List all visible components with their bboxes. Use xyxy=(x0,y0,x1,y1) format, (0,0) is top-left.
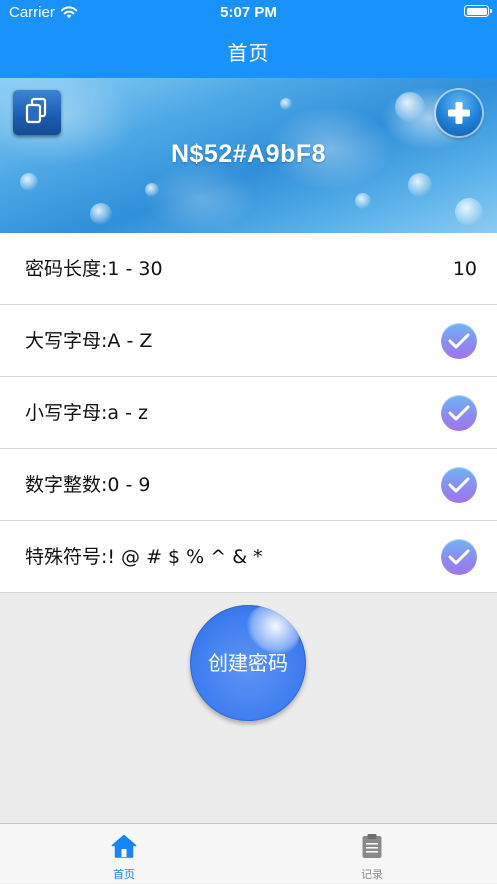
copy-icon xyxy=(25,97,47,124)
password-options-list: 密码长度:1 - 30 10 大写字母:A - Z 小写字母:a - z 数字整… xyxy=(0,233,497,593)
banner-bubble xyxy=(455,198,483,226)
option-digits[interactable]: 数字整数:0 - 9 xyxy=(0,449,497,521)
tab-home[interactable]: 首页 xyxy=(64,824,184,884)
uppercase-checkbox[interactable] xyxy=(441,323,477,359)
page-title: 首页 xyxy=(227,41,270,65)
option-uppercase-label: 大写字母:A - Z xyxy=(25,330,153,352)
banner-bubble xyxy=(355,193,371,209)
banner-bubble xyxy=(280,98,292,110)
checkmark-icon xyxy=(448,477,470,493)
clipboard-icon xyxy=(362,834,382,858)
banner-bubble xyxy=(395,92,425,122)
create-password-button[interactable]: 创建密码 xyxy=(190,605,306,721)
option-symbols[interactable]: 特殊符号:! @ # $ % ^ & * xyxy=(0,521,497,593)
checkmark-icon xyxy=(448,549,470,565)
copy-button[interactable] xyxy=(13,89,61,135)
password-banner: N$52#A9bF8 xyxy=(0,78,497,233)
tab-home-label: 首页 xyxy=(113,868,135,881)
digits-checkbox[interactable] xyxy=(441,467,477,503)
lowercase-checkbox[interactable] xyxy=(441,395,477,431)
tab-bar: 首页 记录 xyxy=(0,823,497,883)
option-lowercase[interactable]: 小写字母:a - z xyxy=(0,377,497,449)
banner-bubble xyxy=(20,173,38,191)
checkmark-icon xyxy=(448,333,470,349)
option-length-value[interactable]: 10 xyxy=(453,233,477,305)
create-password-label: 创建密码 xyxy=(208,651,288,675)
option-symbols-label: 特殊符号:! @ # $ % ^ & * xyxy=(25,546,263,568)
battery-icon xyxy=(464,5,492,17)
option-uppercase[interactable]: 大写字母:A - Z xyxy=(0,305,497,377)
banner-bubble xyxy=(408,173,432,197)
clock: 5:07 PM xyxy=(220,4,277,21)
symbols-checkbox[interactable] xyxy=(441,539,477,575)
banner-bubble xyxy=(145,183,159,197)
banner-bubble xyxy=(90,203,112,225)
option-digits-label: 数字整数:0 - 9 xyxy=(25,474,151,496)
option-length[interactable]: 密码长度:1 - 30 10 xyxy=(0,233,497,305)
add-button[interactable] xyxy=(436,90,482,136)
generated-password: N$52#A9bF8 xyxy=(170,140,327,168)
tab-records-label: 记录 xyxy=(361,868,383,881)
tab-records[interactable]: 记录 xyxy=(312,824,432,884)
top-bar: Carrier 5:07 PM 首页 xyxy=(0,0,497,78)
plus-icon xyxy=(448,102,470,124)
status-bar: Carrier 5:07 PM xyxy=(0,0,497,26)
checkmark-icon xyxy=(448,405,470,421)
option-length-label: 密码长度:1 - 30 xyxy=(25,258,163,280)
home-icon xyxy=(111,834,137,858)
option-lowercase-label: 小写字母:a - z xyxy=(25,402,148,424)
